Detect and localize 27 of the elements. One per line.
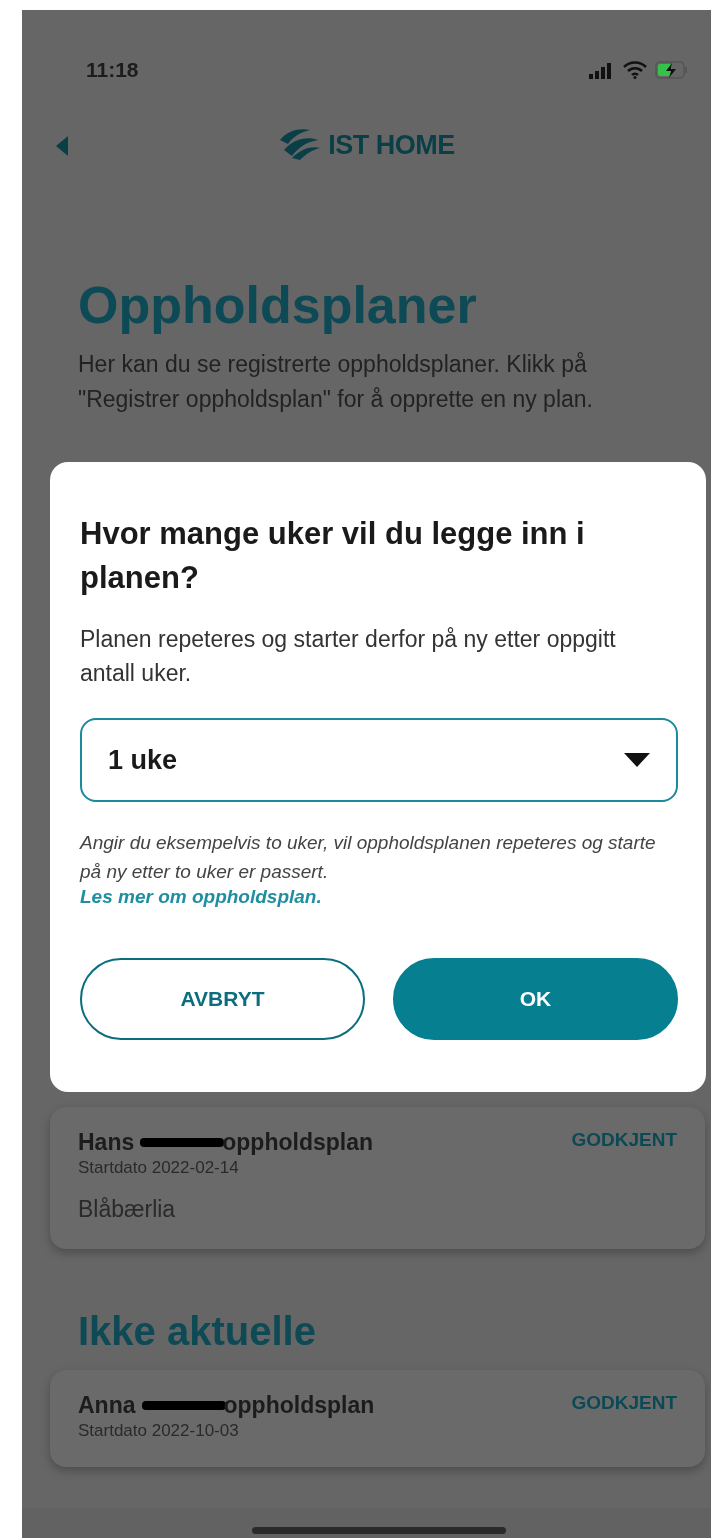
start-date: Startdato 2022-10-03 [78,1421,240,1441]
plan-status: GODKJENT [571,1129,677,1151]
plan-name: oppholdsplan [222,1129,373,1156]
plan-place: Blåbærlia [78,1196,177,1223]
dialog-title: Hvor mange uker vil du legge inn i planen? [80,515,586,597]
ok-button[interactable]: OK [393,958,678,1040]
cancel-button[interactable]: AVBRYT [80,958,365,1040]
read-more-link[interactable]: Les mer om oppholdsplan. [80,886,322,908]
plan-owner-name: Hans [78,1129,135,1156]
battery-charging-icon [655,61,689,79]
back-arrow-icon[interactable] [54,135,70,157]
weeks-dropdown[interactable]: 1 uke [80,718,678,802]
page-title: Oppholdsplaner [78,275,478,335]
dialog-hint: Angir du eksempelvis to uker, vil oppholdsplanen repeteres og starte på ny etter to uker er passert. [80,831,657,884]
section-title: Ikke aktuelle [78,1309,317,1354]
plan-name: oppholdsplan [223,1392,375,1419]
plan-status: GODKJENT [571,1392,677,1414]
plan-card[interactable]: Anna oppholdsplan GODKJENT Startdato 2022-10-03 [50,1370,705,1467]
dropdown-caret-icon [624,753,650,767]
wifi-icon [623,61,647,79]
plan-card[interactable]: Hans oppholdsplan GODKJENT Startdato 2022-02-14 Blåbærlia [50,1107,705,1249]
dialog-text: Planen repeteres og starter derfor på ny etter oppgitt antall uker. [80,625,617,688]
logo-text: IST HOME [328,129,455,161]
start-date: Startdato 2022-02-14 [78,1158,240,1178]
page-description: Her kan du se registrerte oppholdsplaner. Klikk på "Registrer oppholdsplan" for å opprette en ny plan. [78,350,594,414]
plan-owner-name: Anna [78,1392,136,1419]
status-time: 11:18 [86,58,139,82]
